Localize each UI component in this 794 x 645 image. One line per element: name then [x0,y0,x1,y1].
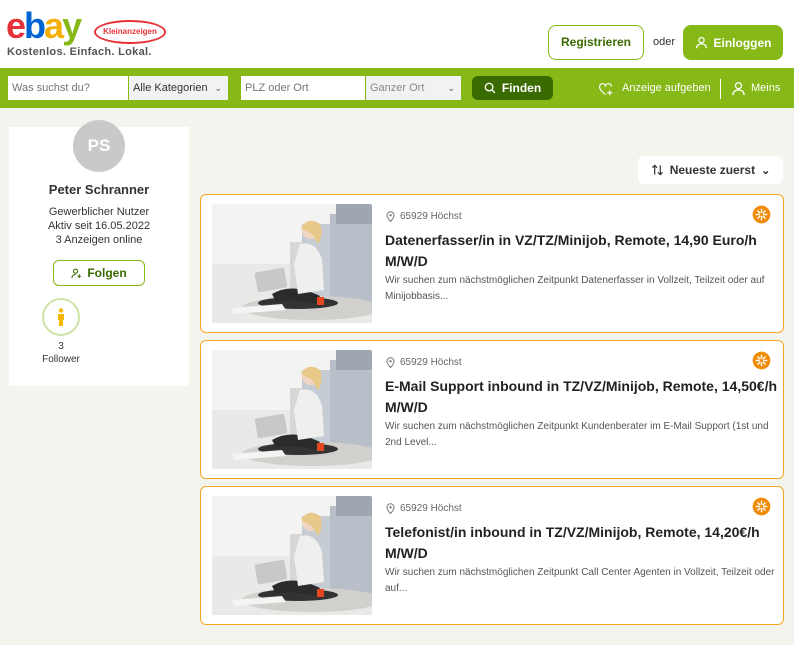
active-since: Aktiv seit 16.05.2022 [47,220,151,232]
follow-button[interactable]: Folgen [53,260,145,286]
or-label: oder [653,36,676,48]
login-label: Einloggen [713,35,772,50]
listing-image[interactable] [212,496,372,615]
post-ad-link[interactable]: Anzeige aufgeben [597,80,711,96]
find-button[interactable]: Finden [472,76,553,100]
profile-card: PS Peter Schranner Gewerblicher Nutzer A… [9,120,189,386]
person-icon [58,308,64,326]
listing-image[interactable] [212,350,372,469]
register-button[interactable]: Registrieren [548,25,644,60]
search-input[interactable] [8,76,128,100]
login-button[interactable]: Einloggen [683,25,783,60]
listing-title[interactable]: Datenerfasser/in in VZ/TZ/Minijob, Remot… [385,230,777,272]
location-pin-icon [386,357,395,368]
listing-card[interactable]: 65929 Höchst E-Mail Support inbound in T… [200,340,784,479]
ads-online: 3 Anzeigen online [55,234,143,246]
location-input[interactable] [241,76,365,100]
chevron-down-icon: ⌄ [447,83,455,93]
follower-label: Follower [42,354,80,365]
pro-badge-icon [752,351,771,370]
logo[interactable]: ebay Kleinanzeigen Kostenlos. Einfach. L… [6,8,206,60]
listing-description: Wir suchen zum nächstmöglichen Zeitpunkt… [385,567,775,594]
tagline: Kostenlos. Einfach. Lokal. [7,46,152,58]
kleinanzeigen-badge: Kleinanzeigen [94,20,166,44]
user-plus-icon [71,268,82,278]
post-ad-label: Anzeige aufgeben [622,82,711,94]
sort-label: Neueste zuerst [669,163,756,177]
chevron-down-icon: ⌄ [761,164,771,177]
search-bar: Alle Kategorien ⌄ Ganzer Ort ⌄ Finden An… [0,68,794,108]
follow-label: Folgen [87,266,127,280]
user-icon [695,36,707,49]
follower-badge [42,298,80,336]
my-account-link[interactable]: Meins [731,80,780,96]
my-label: Meins [751,82,781,94]
sort-icon [651,164,663,176]
heart-plus-icon [598,82,613,95]
profile-name: Peter Schranner [48,182,150,197]
listing-card[interactable]: 65929 Höchst Telefonist/in inbound in TZ… [200,486,784,625]
sort-dropdown[interactable]: Neueste zuerst ⌄ [638,156,783,184]
listing-description: Wir suchen zum nächstmöglichen Zeitpunkt… [385,275,765,302]
location-pin-icon [386,503,395,514]
radius-select[interactable]: Ganzer Ort ⌄ [366,76,461,100]
listing-card[interactable]: 65929 Höchst Datenerfasser/in in VZ/TZ/M… [200,194,784,333]
listing-location-text: 65929 Höchst [400,503,462,514]
user-icon [732,81,745,95]
ebay-wordmark: ebay [6,5,82,46]
divider [720,79,721,99]
listing-description: Wir suchen zum nächstmöglichen Zeitpunkt… [385,421,769,448]
listing-location-text: 65929 Höchst [400,357,462,368]
listing-location: 65929 Höchst [386,211,462,222]
listing-title[interactable]: Telefonist/in inbound in TZ/VZ/Minijob, … [385,522,777,564]
find-label: Finden [501,81,542,95]
header: ebay Kleinanzeigen Kostenlos. Einfach. L… [0,0,794,68]
category-value: Alle Kategorien [133,82,208,94]
listing-location-text: 65929 Höchst [400,211,462,222]
chevron-down-icon: ⌄ [214,83,222,93]
user-type: Gewerblicher Nutzer [48,206,150,218]
category-select[interactable]: Alle Kategorien ⌄ [129,76,228,100]
pro-badge-icon [752,205,771,224]
listing-location: 65929 Höchst [386,357,462,368]
pro-badge-icon [752,497,771,516]
listing-title[interactable]: E-Mail Support inbound in TZ/VZ/Minijob,… [385,376,777,418]
search-icon [484,82,496,94]
listing-location: 65929 Höchst [386,503,462,514]
location-pin-icon [386,211,395,222]
radius-value: Ganzer Ort [370,82,425,94]
listing-image[interactable] [212,204,372,323]
avatar: PS [73,120,125,172]
follower-count: 3 [58,341,64,352]
